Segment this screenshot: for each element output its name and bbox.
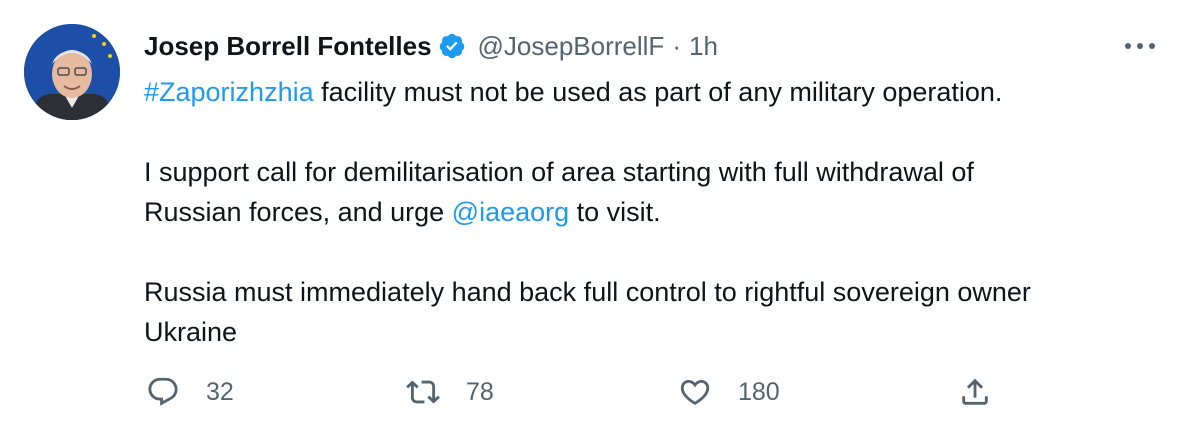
share-button[interactable] — [958, 370, 992, 414]
tweet-timestamp[interactable]: 1h — [689, 31, 718, 62]
retweet-icon — [406, 375, 440, 409]
tweet-paragraph-3-line-1: Russia must immediately hand back full c… — [144, 277, 1031, 307]
retweet-count: 78 — [466, 377, 494, 406]
tweet-text-segment: facility must not be used as part of any… — [313, 77, 1003, 107]
tweet-card: Josep Borrell Fontelles @JosepBorrellF ·… — [0, 0, 1186, 434]
retweet-button[interactable]: 78 — [406, 370, 494, 414]
tweet-text-segment: to visit. — [569, 197, 661, 227]
share-icon — [958, 375, 992, 409]
reply-button[interactable]: 32 — [146, 370, 234, 414]
author-name[interactable]: Josep Borrell Fontelles — [144, 31, 432, 62]
hashtag-link[interactable]: #Zaporizhzhia — [144, 77, 314, 107]
separator-dot: · — [672, 30, 681, 61]
verified-badge-icon — [438, 32, 466, 60]
more-options-icon[interactable] — [1120, 30, 1160, 62]
tweet-text-segment: Russian forces, and urge — [144, 197, 452, 227]
avatar[interactable] — [24, 24, 120, 120]
reply-count: 32 — [206, 377, 234, 406]
like-count: 180 — [738, 377, 780, 406]
tweet-paragraph-2-line-2: Russian forces, and urge @iaeaorg to vis… — [144, 192, 1154, 232]
like-button[interactable]: 180 — [678, 370, 780, 414]
reply-icon — [146, 375, 180, 409]
heart-icon — [678, 375, 712, 409]
author-handle[interactable]: @JosepBorrellF — [478, 31, 665, 62]
tweet-header: Josep Borrell Fontelles @JosepBorrellF ·… — [144, 26, 718, 66]
tweet-paragraph-1: #Zaporizhzhia facility must not be used … — [144, 72, 1154, 112]
tweet-text: #Zaporizhzhia facility must not be used … — [144, 72, 1154, 352]
tweet-paragraph-3-line-2: Ukraine — [144, 317, 238, 347]
mention-link[interactable]: @iaeaorg — [452, 197, 569, 227]
tweet-paragraph-2-line-1: I support call for demilitarisation of a… — [144, 157, 974, 187]
